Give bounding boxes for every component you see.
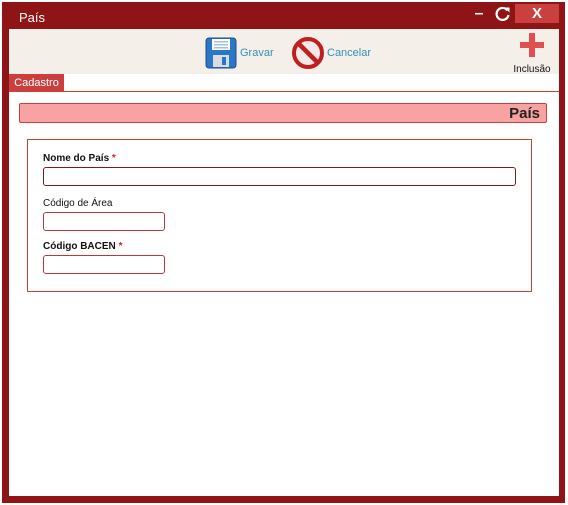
- cancel-button[interactable]: Cancelar: [292, 37, 371, 69]
- restore-button[interactable]: [490, 4, 516, 26]
- toolbar: Gravar Cancelar Inclusão: [9, 29, 559, 75]
- cancel-label: Cancelar: [327, 47, 372, 59]
- refresh-icon: [495, 6, 510, 22]
- required-marker: *: [118, 241, 123, 252]
- title-bar[interactable]: País – X: [2, 2, 565, 29]
- bacen-code-label: Código BACEN *: [43, 241, 122, 252]
- save-label: Gravar: [240, 47, 274, 59]
- plus-icon: [520, 33, 544, 57]
- tab-cadastro[interactable]: Cadastro: [9, 74, 64, 92]
- section-header: País: [19, 103, 547, 123]
- client-area: Gravar Cancelar Inclusão Cadastro País N…: [9, 29, 559, 496]
- add-label: Inclusão: [513, 64, 551, 75]
- bacen-code-label-text: Código BACEN: [43, 241, 116, 252]
- close-button[interactable]: X: [515, 4, 559, 23]
- country-name-label-text: Nome do País: [43, 153, 110, 164]
- bacen-code-input[interactable]: [43, 255, 165, 274]
- window-title: País: [19, 10, 46, 25]
- tab-divider: [9, 91, 559, 92]
- area-code-input[interactable]: [43, 212, 165, 231]
- save-button[interactable]: Gravar: [205, 37, 274, 69]
- no-entry-icon: [292, 37, 324, 69]
- app-window: País – X Gravar Cancelar Inclusão Cadast…: [2, 2, 565, 503]
- area-code-label-text: Código de Área: [43, 198, 113, 209]
- form-panel: Nome do País * Código de Área Código BAC…: [27, 139, 532, 292]
- required-marker: *: [111, 153, 116, 164]
- section-title: País: [509, 105, 540, 122]
- area-code-label: Código de Área: [43, 198, 113, 209]
- add-button[interactable]: Inclusão: [509, 32, 555, 75]
- country-name-input[interactable]: [43, 167, 516, 186]
- country-name-label: Nome do País *: [43, 153, 116, 164]
- minimize-button[interactable]: –: [466, 5, 492, 27]
- floppy-disk-icon: [205, 37, 237, 69]
